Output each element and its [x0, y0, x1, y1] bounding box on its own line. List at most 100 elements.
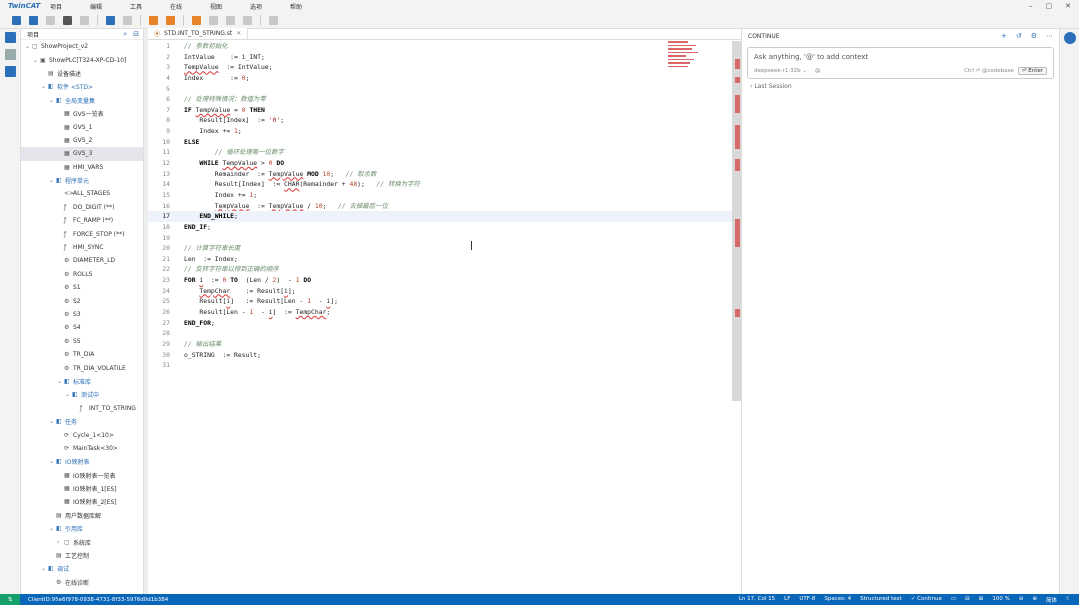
- status-item[interactable]: ⊞: [979, 596, 984, 604]
- minimize-icon[interactable]: –: [1029, 2, 1033, 10]
- add-context-button[interactable]: @: [815, 68, 821, 74]
- build-icon[interactable]: [106, 15, 115, 25]
- tree-item[interactable]: ▤ 设备描述: [21, 67, 143, 80]
- tree-item[interactable]: ⌄ ◧ 引用库: [21, 522, 143, 535]
- menu-item[interactable]: 视图: [196, 2, 236, 11]
- chevron-down-icon[interactable]: ⌄: [65, 391, 72, 398]
- tree-item[interactable]: ⚙ S5: [21, 335, 143, 348]
- tree-item[interactable]: ƒ HMI_SYNC: [21, 241, 143, 254]
- tree-item[interactable]: ▦ IO映射表_1[ES]: [21, 482, 143, 495]
- chat-input[interactable]: Ask anything, '@' to add context deepsee…: [747, 47, 1054, 79]
- tree-item[interactable]: ⚙ 在线诊断: [21, 576, 143, 589]
- tree-item[interactable]: ƒ FC_RAMP (**): [21, 214, 143, 227]
- tree-item[interactable]: ƒ INT_TO_STRING: [21, 402, 143, 415]
- menu-item[interactable]: 编辑: [76, 2, 116, 11]
- reset-icon[interactable]: [269, 15, 278, 25]
- tree-item[interactable]: ƒ DO_DIGIT (**): [21, 201, 143, 214]
- tree-item[interactable]: ⌄ ◧ 全局变量集: [21, 94, 143, 107]
- status-item[interactable]: ⊖: [1019, 596, 1024, 604]
- run-icon[interactable]: [226, 15, 235, 25]
- status-item[interactable]: ✓ Continue: [911, 596, 942, 604]
- tree-item[interactable]: ⌄ ◧ 调试: [21, 562, 143, 575]
- compile-icon[interactable]: [123, 15, 132, 25]
- tree-item[interactable]: ▦ GVS_2: [21, 134, 143, 147]
- status-item[interactable]: 100 %: [992, 596, 1009, 604]
- chevron-down-icon[interactable]: ⌄: [25, 43, 32, 50]
- status-item[interactable]: Structured text: [860, 596, 902, 604]
- tree-item[interactable]: ⚙ S1: [21, 281, 143, 294]
- tree-item[interactable]: ⚙ S2: [21, 294, 143, 307]
- tree-item[interactable]: ▦ GVS_3: [21, 147, 143, 161]
- tree-item[interactable]: ⚙ DIAMETER_LD: [21, 254, 143, 267]
- chevron-down-icon[interactable]: ⌄: [49, 97, 56, 104]
- device-icon[interactable]: [5, 66, 16, 77]
- chevron-down-icon[interactable]: ⌄: [49, 525, 56, 532]
- settings-icon[interactable]: ⚙: [1031, 32, 1037, 40]
- tree-item[interactable]: ⚙ TR_DIA: [21, 348, 143, 361]
- more-icon[interactable]: ⋯: [1046, 32, 1053, 40]
- close-icon[interactable]: ✕: [1065, 2, 1071, 10]
- logout-icon[interactable]: [209, 15, 218, 25]
- menu-item[interactable]: 在线: [156, 2, 196, 11]
- project-explorer-icon[interactable]: [5, 32, 16, 43]
- undo-icon[interactable]: [63, 15, 72, 25]
- tree-item[interactable]: ▦ GVS一览表: [21, 107, 143, 120]
- tree-item[interactable]: ⚙ S4: [21, 321, 143, 334]
- menu-item[interactable]: 选项: [236, 2, 276, 11]
- chevron-down-icon[interactable]: ⌄: [33, 57, 40, 64]
- tree-item[interactable]: ⚙ TR_DIA_VOLATILE: [21, 361, 143, 374]
- library-icon[interactable]: [5, 49, 16, 60]
- search-icon[interactable]: ⌕: [123, 30, 127, 39]
- status-item[interactable]: Spaces: 4: [824, 596, 851, 604]
- chevron-down-icon[interactable]: ⌄: [57, 378, 64, 385]
- model-selector[interactable]: deepseek-r1:32b ⌄: [754, 68, 807, 74]
- stop-icon[interactable]: [243, 15, 252, 25]
- tree-item[interactable]: ƒ FORCE_STOP (**): [21, 227, 143, 240]
- close-tab-icon[interactable]: ✕: [236, 30, 241, 37]
- new-chat-icon[interactable]: +: [1001, 32, 1007, 40]
- editor-tab-int-to-string[interactable]: ⦿ STD.INT_TO_STRING.st ✕: [148, 28, 249, 39]
- chevron-down-icon[interactable]: ›: [57, 539, 64, 546]
- tree-item[interactable]: ⌄ ▣ ShowPLC[T324-XP-CD-10]: [21, 53, 143, 66]
- maximize-icon[interactable]: ▢: [1046, 2, 1053, 10]
- status-item[interactable]: ⊟: [965, 596, 970, 604]
- tree-item[interactable]: ⌄ ◧ 程序单元: [21, 174, 143, 187]
- status-item[interactable]: UTF-8: [799, 596, 815, 604]
- tree-item[interactable]: ▦ IO映射表一览表: [21, 469, 143, 482]
- chevron-down-icon[interactable]: ⌄: [49, 458, 56, 465]
- menu-item[interactable]: 项目: [36, 2, 76, 11]
- enter-button[interactable]: ⏎ Enter: [1017, 67, 1047, 75]
- tree-item[interactable]: ⚙ S3: [21, 308, 143, 321]
- redo-icon[interactable]: [80, 15, 89, 25]
- menu-item[interactable]: 工具: [116, 2, 156, 11]
- status-item[interactable]: LF: [784, 596, 790, 604]
- chevron-down-icon[interactable]: ⌄: [49, 177, 56, 184]
- open-folder-icon[interactable]: [29, 15, 38, 25]
- status-item[interactable]: ▭: [951, 596, 956, 604]
- status-item[interactable]: Ln 17, Col 15: [739, 596, 775, 604]
- tree-item[interactable]: › ▢ 系统库: [21, 535, 143, 548]
- tree-item[interactable]: ▦ HMI_VARS: [21, 161, 143, 174]
- chevron-down-icon[interactable]: ⌄: [41, 83, 48, 90]
- download-icon[interactable]: [149, 15, 158, 25]
- tree-item[interactable]: ▤ 用户数据库解: [21, 509, 143, 522]
- tree-item[interactable]: ⌄ ◧ 标准库: [21, 375, 143, 388]
- tree-item[interactable]: <> ALL_STAGES: [21, 187, 143, 200]
- new-file-icon[interactable]: [12, 15, 21, 25]
- tree-item[interactable]: ⚙ ROLLS: [21, 268, 143, 281]
- chevron-down-icon[interactable]: ⌄: [41, 565, 48, 572]
- code-area[interactable]: 1 // 参数初始化 2 IntValue := i_INT; 3 TempValue :…: [148, 41, 741, 371]
- continue-icon[interactable]: [1064, 32, 1076, 44]
- status-item[interactable]: 简体: [1046, 596, 1057, 604]
- chevron-down-icon[interactable]: ⌄: [49, 418, 56, 425]
- tree-item[interactable]: ▦ IO映射表_2[ES]: [21, 495, 143, 508]
- tree-item[interactable]: ⌄ ▢ ShowProject_v2: [21, 40, 143, 53]
- status-item[interactable]: ⊕: [1032, 596, 1037, 604]
- history-icon[interactable]: ↺: [1016, 32, 1022, 40]
- tree-item[interactable]: ⟳ MainTask<30>: [21, 442, 143, 455]
- tree-item[interactable]: ▤ 工艺控制: [21, 549, 143, 562]
- tree-item[interactable]: ▦ GVS_1: [21, 120, 143, 133]
- last-session-link[interactable]: ‹ Last Session: [750, 83, 1051, 90]
- status-item[interactable]: ☾: [1066, 596, 1071, 604]
- tree-item[interactable]: ⌄ ◧ IO映射表: [21, 455, 143, 468]
